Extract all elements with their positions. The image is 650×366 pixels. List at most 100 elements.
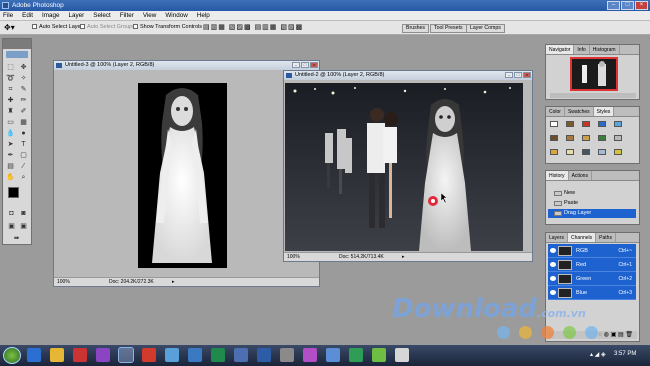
menu-image[interactable]: Image: [42, 12, 60, 19]
menu-help[interactable]: Help: [197, 12, 210, 19]
type-tool-icon[interactable]: T: [19, 140, 28, 149]
chrome-icon[interactable]: [165, 348, 179, 362]
channel-row-green[interactable]: Green Ctrl+2: [548, 272, 636, 286]
style-swatch[interactable]: [614, 121, 622, 127]
history-item[interactable]: New: [548, 189, 636, 198]
foreground-color-swatch[interactable]: [8, 187, 19, 198]
hand-tool-icon[interactable]: ✋: [6, 173, 15, 182]
eye-icon[interactable]: [550, 262, 556, 267]
excel-icon[interactable]: [211, 348, 225, 362]
style-swatch[interactable]: [598, 149, 606, 155]
show-transform-checkbox[interactable]: Show Transform Controls: [133, 24, 202, 30]
photoshop-taskbar-icon[interactable]: [118, 347, 134, 363]
dodge-tool-icon[interactable]: ●: [19, 129, 28, 138]
doc-maximize-button[interactable]: □: [301, 62, 309, 68]
style-swatch[interactable]: [582, 135, 590, 141]
menu-edit[interactable]: Edit: [22, 12, 33, 19]
style-swatch[interactable]: [550, 135, 558, 141]
zoom-level[interactable]: 100%: [57, 278, 70, 286]
style-swatch[interactable]: [582, 121, 590, 127]
style-swatch[interactable]: [598, 121, 606, 127]
healing-brush-icon[interactable]: ✚: [6, 96, 15, 105]
tab-swatches[interactable]: Swatches: [565, 107, 594, 116]
tab-actions[interactable]: Actions: [569, 171, 592, 180]
tab-info[interactable]: Info: [574, 45, 590, 54]
screen-mode-icon[interactable]: ▣: [7, 222, 16, 231]
minimize-button[interactable]: –: [607, 1, 620, 10]
clone-stamp-icon[interactable]: ♜: [6, 107, 15, 116]
start-button[interactable]: [3, 347, 21, 364]
status-arrow-icon[interactable]: ▸: [172, 278, 175, 286]
channel-row-red[interactable]: Red Ctrl+1: [548, 258, 636, 272]
canvas-image[interactable]: [285, 83, 523, 251]
zoom-tool-icon[interactable]: ⌕: [19, 173, 28, 182]
menu-layer[interactable]: Layer: [69, 12, 85, 19]
media-player-icon[interactable]: [73, 348, 87, 362]
word-icon[interactable]: [188, 348, 202, 362]
app-icon[interactable]: [234, 348, 248, 362]
ie-icon[interactable]: [27, 348, 41, 362]
tab-history[interactable]: History: [546, 171, 569, 180]
style-swatch[interactable]: [550, 149, 558, 155]
doc-close-button[interactable]: ×: [523, 72, 531, 78]
tray-icons[interactable]: ▴ ◢ ◈: [590, 351, 606, 358]
doc-minimize-button[interactable]: –: [292, 62, 300, 68]
history-brush-icon[interactable]: ✐: [19, 107, 28, 116]
crop-tool-icon[interactable]: ⌗: [6, 85, 15, 94]
standard-mode-icon[interactable]: ◙: [19, 209, 28, 218]
app-icon[interactable]: [280, 348, 294, 362]
tab-styles[interactable]: Styles: [593, 107, 615, 116]
auto-select-groups-checkbox[interactable]: Auto Select Groups: [80, 24, 135, 30]
zoom-slider[interactable]: [550, 93, 636, 98]
style-swatch[interactable]: [566, 149, 574, 155]
document-title-bar[interactable]: Untitled-2 @ 100% (Layer 2, RGB/8) – □ ×: [284, 71, 532, 80]
quick-mask-icon[interactable]: ◘: [7, 209, 16, 218]
style-swatch[interactable]: [566, 135, 574, 141]
tab-layers[interactable]: Layers: [546, 233, 569, 242]
style-swatch[interactable]: [550, 121, 558, 127]
tab-brushes[interactable]: Brushes: [402, 24, 430, 33]
gradient-tool-icon[interactable]: ▦: [19, 118, 28, 127]
brush-tool-icon[interactable]: ✏: [19, 96, 28, 105]
screen-mode-full-icon[interactable]: ▣: [19, 222, 28, 231]
magic-wand-icon[interactable]: ✧: [19, 74, 28, 83]
channel-row-rgb[interactable]: RGB Ctrl+~: [548, 244, 636, 258]
doc-close-button[interactable]: ×: [310, 62, 318, 68]
zoom-level[interactable]: 100%: [287, 253, 300, 261]
history-item[interactable]: Paste: [548, 199, 636, 208]
history-item-selected[interactable]: Drag Layer: [548, 209, 636, 218]
move-tool-icon[interactable]: ✥: [19, 63, 28, 72]
auto-select-layer-checkbox[interactable]: Auto Select Layer: [32, 24, 82, 30]
menu-view[interactable]: View: [143, 12, 157, 19]
app-icon[interactable]: [326, 348, 340, 362]
marquee-tool-icon[interactable]: ⬚: [6, 63, 15, 72]
move-tool-icon[interactable]: ✥▾: [4, 23, 15, 32]
style-swatch[interactable]: [566, 121, 574, 127]
doc-maximize-button[interactable]: □: [514, 72, 522, 78]
align-buttons-icon[interactable]: ▤▥▦ ▧▨▩ ▤▥▦ ▧▨▩: [203, 23, 303, 31]
menu-select[interactable]: Select: [93, 12, 111, 19]
notes-tool-icon[interactable]: ▤: [6, 162, 15, 171]
style-swatch[interactable]: [582, 149, 590, 155]
style-swatch[interactable]: [614, 135, 622, 141]
status-arrow-icon[interactable]: ▸: [402, 253, 405, 261]
tab-color[interactable]: Color: [546, 107, 565, 116]
tab-paths[interactable]: Paths: [596, 233, 616, 242]
menu-file[interactable]: File: [3, 12, 13, 19]
menu-window[interactable]: Window: [165, 12, 187, 19]
tab-tool-presets[interactable]: Tool Presets: [430, 24, 467, 33]
app-icon[interactable]: [349, 348, 363, 362]
eye-icon[interactable]: [550, 248, 556, 253]
document-window-untitled-2[interactable]: Untitled-2 @ 100% (Layer 2, RGB/8) – □ ×: [283, 70, 533, 262]
app-icon[interactable]: [257, 348, 271, 362]
menu-filter[interactable]: Filter: [120, 12, 134, 19]
eye-icon[interactable]: [550, 276, 556, 281]
close-button[interactable]: ×: [635, 1, 648, 10]
doc-minimize-button[interactable]: –: [505, 72, 513, 78]
tab-channels[interactable]: Channels: [568, 233, 597, 242]
opera-icon[interactable]: [142, 348, 156, 362]
pen-tool-icon[interactable]: ✒: [6, 151, 15, 160]
document-title-bar[interactable]: Untitled-3 @ 100% (Layer 2, RGB/8) – □ ×: [54, 61, 319, 70]
eraser-tool-icon[interactable]: ▭: [6, 118, 15, 127]
app-icon[interactable]: [372, 348, 386, 362]
